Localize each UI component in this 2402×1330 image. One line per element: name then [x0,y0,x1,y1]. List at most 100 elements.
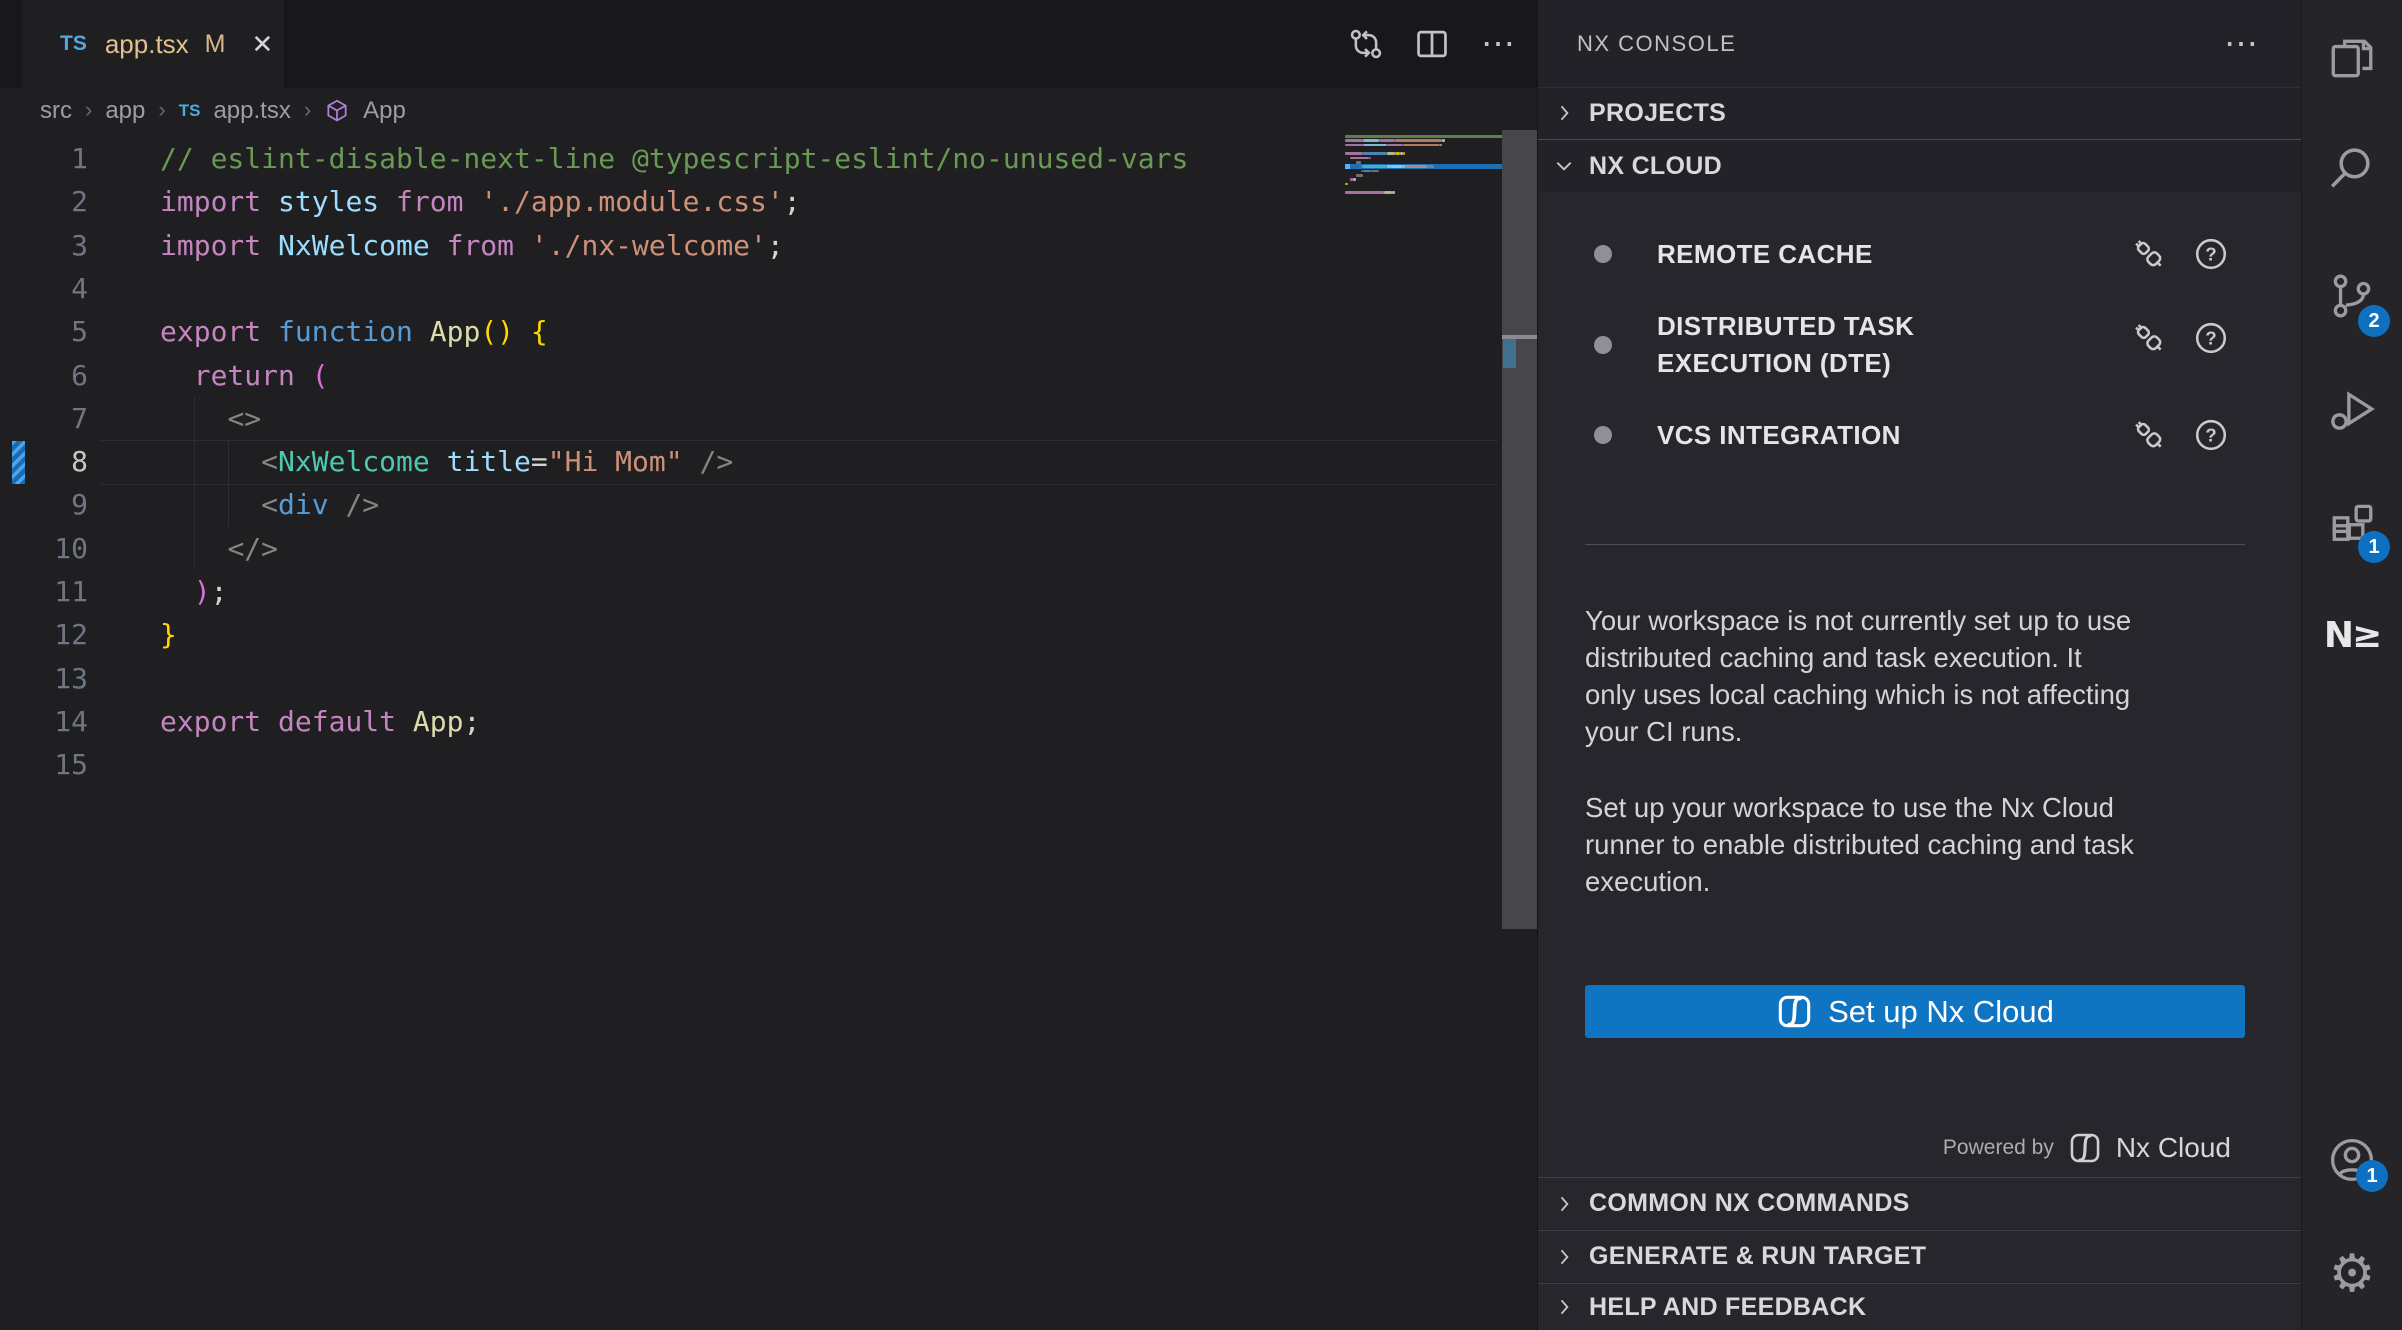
code-line[interactable]: 14export default App; [0,700,1500,744]
close-icon[interactable]: ✕ [252,29,274,60]
setup-instructions-paragraph: Set up your workspace to use the Nx Clou… [1585,789,2275,900]
help-question-icon[interactable]: ? [2193,236,2229,272]
help-question-icon[interactable]: ? [2193,320,2229,356]
activity-bar: 2 1 N≥ 1 ⚙ [2301,0,2402,1330]
line-number: 10 [0,527,88,570]
minimap-row [1345,157,1508,160]
minimap-row [1345,196,1508,199]
minimap-row [1345,174,1508,177]
code-line[interactable]: 12} [0,613,1500,657]
code-line[interactable]: 8 <NxWelcome title="Hi Mom" /> [0,440,1500,484]
breadcrumb-symbol-app[interactable]: App [363,97,406,125]
line-number: 1 [0,137,88,180]
svg-text:?: ? [2205,425,2216,446]
help-question-icon[interactable]: ? [2193,417,2229,453]
connect-plug-icon[interactable] [2131,417,2167,453]
code-text: import NxWelcome from './nx-welcome'; [160,224,784,267]
minimap[interactable] [1345,133,1508,693]
connect-plug-icon[interactable] [2131,236,2167,272]
line-number: 6 [0,354,88,397]
code-line[interactable]: 1 // eslint-disable-next-line @typescript… [0,137,1500,181]
code-text: return ( [160,354,329,397]
minimap-row [1345,144,1508,147]
code-text: export default App; [160,700,480,743]
divider [1585,544,2245,545]
dte-label: DISTRIBUTED TASK EXECUTION (DTE) [1657,308,1947,382]
chevron-right-icon [1554,1297,1574,1317]
setup-nx-cloud-button[interactable]: Set up Nx Cloud [1585,985,2245,1038]
code-line[interactable]: 9 <div /> [0,483,1500,527]
nx-console-panel: NX CONSOLE ⋯ PROJECTS NX CLOUD REMOTE CA… [1537,0,2301,1330]
status-dot [1594,426,1612,444]
section-nx-cloud-label: NX CLOUD [1589,152,1722,181]
section-label: GENERATE & RUN TARGET [1589,1242,1926,1271]
minimap-row [1345,183,1508,186]
chevron-right-icon: › [158,97,165,123]
connect-plug-icon[interactable] [2131,320,2167,356]
code-line[interactable]: 5export function App() { [0,310,1500,354]
code-line[interactable]: 3 import NxWelcome from './nx-welcome'; [0,224,1500,268]
tab-app-tsx[interactable]: TS app.tsx M ✕ [22,0,284,88]
source-control-badge: 2 [2358,305,2390,337]
workspace-status-paragraph: Your workspace is not currently set up t… [1585,602,2275,750]
line-number: 7 [0,397,88,440]
section-nx-cloud[interactable]: NX CLOUD [1538,139,2302,192]
nx-cloud-logo-icon [2068,1131,2102,1165]
section-label: COMMON NX COMMANDS [1589,1189,1910,1218]
line-number: 11 [0,570,88,613]
chevron-right-icon: › [85,97,92,123]
panel-more-actions-icon[interactable]: ⋯ [2224,0,2258,87]
minimap-row [1345,178,1508,181]
svg-text:?: ? [2205,244,2216,265]
chevron-right-icon [1554,103,1574,123]
line-number: 15 [0,743,88,786]
code-text: export function App() { [160,310,548,353]
chevron-right-icon [1554,1247,1574,1267]
section-common-nx-commands[interactable]: COMMON NX COMMANDS [1538,1177,2302,1229]
nx-cloud-logo-icon [1776,993,1813,1030]
code-text: <NxWelcome title="Hi Mom" /> [160,440,733,483]
search-icon[interactable] [2327,143,2377,193]
explorer-icon[interactable] [2327,33,2377,83]
code-text: // eslint-disable-next-line @typescript-… [160,137,1188,180]
code-line[interactable]: 6 return ( [0,354,1500,398]
svg-text:?: ? [2205,328,2216,349]
breadcrumb-src[interactable]: src [40,97,72,125]
symbol-class-icon [324,98,350,124]
line-number: 4 [0,267,88,310]
editor-scrollbar[interactable] [1502,130,1537,929]
code-line[interactable]: 10 </> [0,527,1500,571]
code-text: ); [160,570,227,613]
section-help-and-feedback[interactable]: HELP AND FEEDBACK [1538,1283,2302,1330]
section-generate-run-target[interactable]: GENERATE & RUN TARGET [1538,1230,2302,1282]
extensions-badge: 1 [2358,531,2390,563]
minimap-row [1345,191,1508,194]
typescript-file-icon: TS [179,101,201,121]
more-actions-icon[interactable]: ⋯ [1479,25,1517,63]
line-number: 3 [0,224,88,267]
code-line[interactable]: 7 <> [0,397,1500,441]
status-dot [1594,245,1612,263]
settings-gear-icon[interactable]: ⚙ [2327,1249,2377,1299]
editor-actions: ⋯ [1347,0,1517,88]
breadcrumb: src › app › TS app.tsx › App [0,88,1537,133]
code-line[interactable]: 13 [0,657,1500,701]
run-debug-icon[interactable] [2327,385,2377,435]
nx-cloud-webview: REMOTE CACHE ? DISTRIBUTED TASK EXECUTIO… [1538,192,2302,1177]
open-changes-icon[interactable] [1347,25,1385,63]
code-line[interactable]: 2import styles from './app.module.css'; [0,180,1500,224]
scrollbar-modified-marker [1503,339,1516,368]
section-projects[interactable]: PROJECTS [1538,87,2302,138]
code-line[interactable]: 4 [0,267,1500,311]
editor-region: TS app.tsx M ✕ ⋯ src [0,0,1537,1330]
minimap-row [1345,152,1508,155]
tab-filename: app.tsx [105,29,189,60]
code-line[interactable]: 15 [0,743,1500,787]
nx-console-icon[interactable]: N≥ [2327,610,2377,660]
split-editor-icon[interactable] [1413,25,1451,63]
breadcrumb-app[interactable]: app [105,97,145,125]
chevron-right-icon: › [304,97,311,123]
breadcrumb-file[interactable]: app.tsx [213,97,290,125]
code-line[interactable]: 11 ); [0,570,1500,614]
section-label: HELP AND FEEDBACK [1589,1293,1866,1322]
